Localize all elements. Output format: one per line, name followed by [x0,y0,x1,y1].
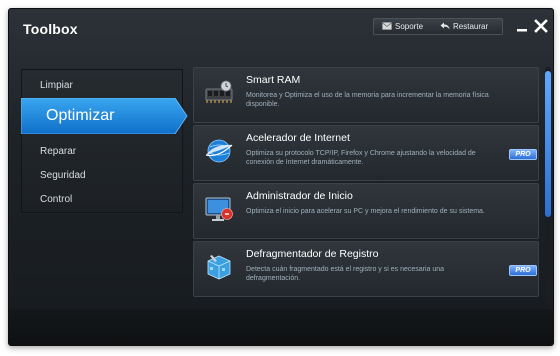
sidebar-nav: Limpiar Reparar Seguridad Control [21,69,183,213]
tool-card-startup-manager[interactable]: Administrador de Inicio Optimiza el inic… [193,183,539,239]
restore-label: Restaurar [453,22,489,31]
tools-scrollbar[interactable] [545,67,551,305]
tool-title: Defragmentador de Registro [246,248,379,260]
registry-cube-icon [207,255,231,280]
tool-card-internet-accelerator[interactable]: Acelerador de Internet Optimiza su proto… [193,125,539,181]
tool-title: Smart RAM [246,74,301,86]
sidebar-item-optimizar[interactable]: Optimizar [21,98,188,134]
tool-card-smart-ram[interactable]: Smart RAM Monitorea y Optimiza el uso de… [193,67,539,123]
support-label: Soporte [395,22,424,31]
startup-monitor-icon [205,197,233,221]
tool-description: Detecta cuán fragmentado está el registr… [246,266,445,282]
sidebar-item-seguridad[interactable]: Seguridad [40,170,86,181]
close-icon [534,19,548,33]
toolbox-window: Toolbox Soporte Restaurar Limpiar Repara… [8,8,554,346]
pro-badge: PRO [509,149,537,160]
minimize-button[interactable] [514,18,530,34]
sidebar-item-control[interactable]: Control [40,194,72,205]
tool-card-registry-defragmenter[interactable]: Defragmentador de Registro Detecta cuán … [193,241,539,297]
restore-button[interactable]: Restaurar [440,20,488,33]
support-button[interactable]: Soporte [382,20,423,33]
tool-title: Administrador de Inicio [246,190,353,202]
sidebar-item-limpiar[interactable]: Limpiar [40,80,73,91]
sidebar-item-reparar[interactable]: Reparar [40,146,76,157]
tool-description: Optimiza su protocolo TCP/IP, Firefox y … [246,150,476,166]
footer-bar [9,309,553,345]
tool-title: Acelerador de Internet [246,132,350,144]
sidebar-item-optimizar-label: Optimizar [46,107,115,124]
back-arrow-icon [440,22,450,30]
top-actions-bar: Soporte Restaurar [373,18,503,35]
title-bar: Toolbox Soporte Restaurar [9,9,553,53]
tool-description: Monitorea y Optimiza el uso de la memori… [246,92,489,108]
internet-icon [205,139,233,163]
tools-panel: Smart RAM Monitorea y Optimiza el uso de… [193,67,543,305]
pro-badge: PRO [509,265,537,276]
tool-description: Optimiza el inicio para acelerar su PC y… [246,208,485,215]
mail-icon [382,22,392,30]
app-title: Toolbox [23,21,78,37]
scrollbar-thumb[interactable] [545,71,551,217]
ram-icon [205,80,233,103]
close-button[interactable] [533,18,549,34]
minimize-icon [517,29,527,32]
